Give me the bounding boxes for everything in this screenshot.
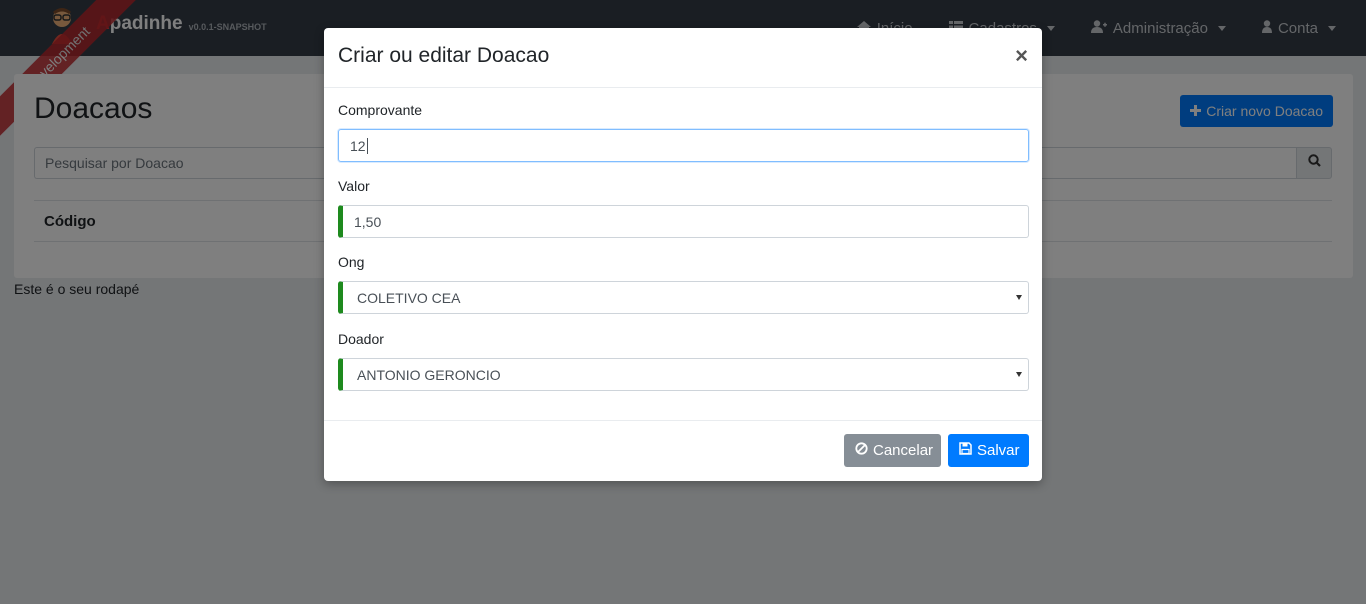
doador-label: Doador bbox=[338, 331, 384, 347]
ong-select[interactable]: COLETIVO CEA bbox=[338, 281, 1029, 314]
modal-footer: Cancelar Salvar bbox=[324, 420, 1042, 482]
comprovante-label: Comprovante bbox=[338, 102, 423, 118]
valor-value: 1,50 bbox=[354, 213, 382, 230]
modal-header: Criar ou editar Doacao × bbox=[324, 28, 1042, 88]
cancel-button[interactable]: Cancelar bbox=[844, 434, 941, 467]
select-arrow-icon bbox=[1016, 295, 1022, 300]
cancel-label: Cancelar bbox=[873, 442, 934, 459]
comprovante-input[interactable]: 12 bbox=[338, 129, 1029, 162]
select-arrow-icon bbox=[1016, 372, 1022, 377]
ong-selected-value: COLETIVO CEA bbox=[357, 289, 461, 306]
valor-input[interactable]: 1,50 bbox=[338, 205, 1029, 238]
ban-icon bbox=[855, 442, 868, 459]
comprovante-value: 12 bbox=[350, 137, 366, 154]
doador-selected-value: ANTONIO GERONCIO bbox=[357, 366, 501, 383]
ong-label: Ong bbox=[338, 254, 365, 270]
close-icon[interactable]: × bbox=[1015, 44, 1028, 68]
save-icon bbox=[959, 442, 972, 459]
modal-title: Criar ou editar Doacao bbox=[338, 44, 550, 67]
doador-select[interactable]: ANTONIO GERONCIO bbox=[338, 358, 1029, 391]
save-button[interactable]: Salvar bbox=[948, 434, 1029, 467]
save-label: Salvar bbox=[977, 442, 1020, 459]
doacao-edit-modal: Criar ou editar Doacao × Comprovante 12 … bbox=[324, 28, 1042, 481]
text-cursor bbox=[366, 137, 368, 154]
valor-label: Valor bbox=[338, 178, 370, 194]
